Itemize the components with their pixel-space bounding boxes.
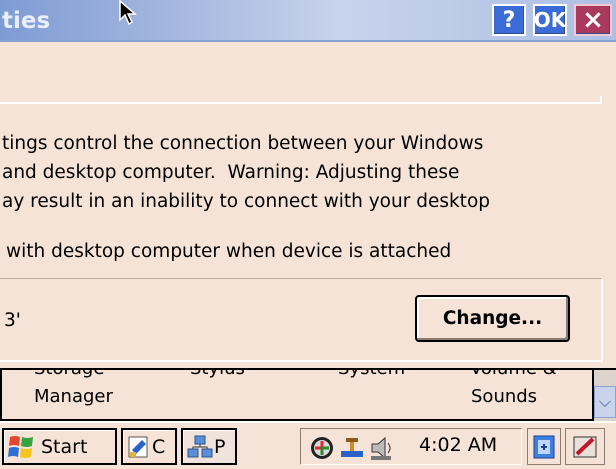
connection-value: 3' xyxy=(4,310,21,331)
pen-icon xyxy=(573,436,597,457)
description-line-2: and desktop computer. Warning: Adjusting… xyxy=(2,162,460,183)
description-line-3: ay result in an inability to connect wit… xyxy=(2,191,491,212)
control-panel-item-volume-sounds[interactable]: Sounds xyxy=(471,386,537,407)
system-tray: 4:02 AM xyxy=(300,428,522,465)
tab-strip-line xyxy=(0,102,600,104)
control-panel-item-stylus[interactable]: Stylus xyxy=(190,370,245,379)
volume-icon[interactable] xyxy=(369,434,395,462)
sync-option-checkbox[interactable]: with desktop computer when device is att… xyxy=(6,241,451,262)
mouse-cursor-icon xyxy=(119,0,138,26)
close-button[interactable]: × xyxy=(574,4,612,36)
network-icon xyxy=(187,435,213,457)
taskbar: Start C P 4:02 AM xyxy=(0,421,616,469)
start-button[interactable]: Start xyxy=(2,428,117,465)
description-text: tings control the connection between you… xyxy=(2,129,614,216)
dialog-body: tings control the connection between you… xyxy=(0,42,616,370)
control-panel-item-system[interactable]: System xyxy=(338,370,405,379)
clock[interactable]: 4:02 AM xyxy=(419,434,497,456)
title-bar: ties ? OK × xyxy=(0,0,616,42)
ok-button[interactable]: OK xyxy=(533,4,567,36)
taskbar-item-extra-2[interactable] xyxy=(565,428,605,465)
taskbar-item-p[interactable]: P xyxy=(181,428,237,465)
input-panel-icon xyxy=(533,435,555,458)
windows-logo-icon xyxy=(8,435,33,458)
help-button[interactable]: ? xyxy=(492,4,526,36)
taskbar-item-extra-1[interactable] xyxy=(527,428,561,465)
taskbar-item-c-label: C xyxy=(152,435,166,458)
description-line-1: tings control the connection between you… xyxy=(2,133,484,154)
control-panel-item-volume-top: Volume & xyxy=(470,370,557,379)
control-panel-strip: Storage Manager Stylus System Volume & S… xyxy=(0,370,616,421)
start-label: Start xyxy=(41,435,88,458)
window-title: ties xyxy=(2,8,51,34)
taskbar-item-c[interactable]: C xyxy=(121,428,177,465)
control-panel-item-storage-manager[interactable]: Manager xyxy=(34,386,113,407)
change-button[interactable]: Change... xyxy=(415,295,570,342)
taskbar-item-p-label: P xyxy=(214,435,226,458)
control-panel-icon xyxy=(128,436,148,457)
control-panel-item-storage-top: Storage xyxy=(34,370,104,379)
connection-status-icon[interactable] xyxy=(339,435,365,461)
scroll-down-icon[interactable]: ⌵ xyxy=(594,386,616,418)
tab-edge xyxy=(600,96,616,104)
activesync-icon[interactable] xyxy=(309,435,335,461)
